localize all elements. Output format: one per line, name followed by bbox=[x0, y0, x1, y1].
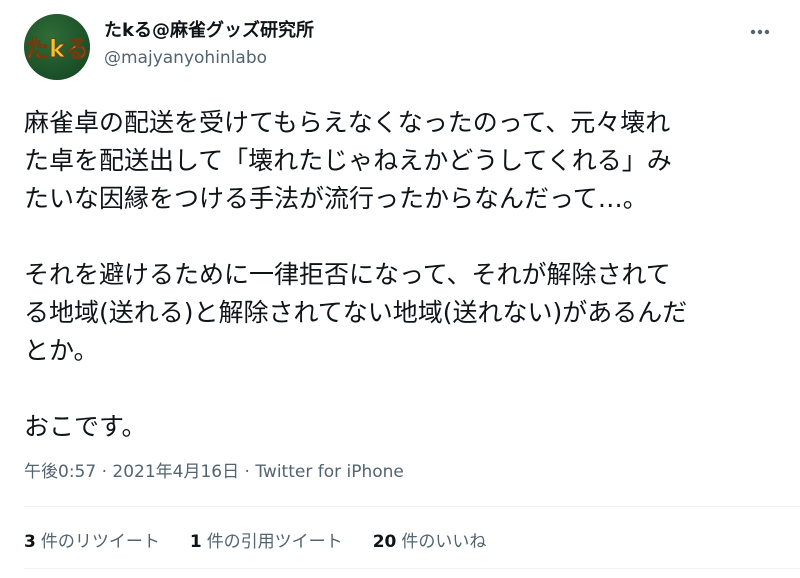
meta-separator: · bbox=[244, 462, 250, 482]
tweet-text-line: た卓を配送出して「壊れたじゃねえかどうしてくれる」み bbox=[24, 146, 672, 175]
avatar[interactable]: たkる bbox=[24, 14, 90, 80]
tweet-text-blank-line bbox=[24, 218, 784, 256]
divider bbox=[24, 506, 800, 507]
tweet-meta: 午後0:57 · 2021年4月16日 · Twitter for iPhone bbox=[24, 460, 404, 484]
tweet-text-line: とか。 bbox=[24, 336, 99, 365]
tweet-text-line: おこです。 bbox=[24, 412, 147, 441]
tweet-date[interactable]: 2021年4月16日 bbox=[112, 462, 239, 482]
quote-count: 1 bbox=[189, 532, 202, 552]
avatar-logo-text: たkる bbox=[25, 35, 89, 63]
like-label: 件のいいね bbox=[401, 532, 487, 552]
like-count: 20 bbox=[372, 532, 397, 552]
tweet-card: たkる たkる@麻雀グッズ研究所 @majyanyohinlabo 麻雀卓の配送… bbox=[0, 0, 800, 578]
tweet-text-line: それを避けるために一律拒否になって、それが解除されて bbox=[24, 260, 671, 289]
quote-tweets-stat[interactable]: 1 件の引用ツイート bbox=[190, 530, 343, 554]
tweet-text-blank-line bbox=[24, 370, 784, 408]
divider bbox=[24, 568, 800, 569]
tweet-stats: 3 件のリツイート 1 件の引用ツイート 20 件のいいね bbox=[24, 530, 516, 554]
retweet-label: 件のリツイート bbox=[40, 532, 160, 552]
tweet-text-line: る地域(送れる)と解除されてない地域(送れない)があるんだ bbox=[24, 298, 688, 327]
likes-stat[interactable]: 20 件のいいね bbox=[373, 530, 487, 554]
meta-separator: · bbox=[101, 462, 107, 482]
more-horizontal-icon bbox=[750, 29, 770, 35]
display-name[interactable]: たkる@麻雀グッズ研究所 bbox=[104, 18, 314, 44]
more-button[interactable] bbox=[742, 14, 778, 50]
tweet-text-line: たいな因縁をつける手法が流行ったからなんだって…。 bbox=[24, 184, 648, 213]
quote-label: 件の引用ツイート bbox=[206, 532, 343, 552]
tweet-source[interactable]: Twitter for iPhone bbox=[255, 462, 404, 482]
retweets-stat[interactable]: 3 件のリツイート bbox=[24, 530, 160, 554]
tweet-text: 麻雀卓の配送を受けてもらえなくなったのって、元々壊れ た卓を配送出して「壊れたじ… bbox=[24, 104, 784, 446]
tweet-text-line: 麻雀卓の配送を受けてもらえなくなったのって、元々壊れ bbox=[24, 108, 671, 137]
avatar-image: たkる bbox=[24, 14, 90, 80]
tweet-time[interactable]: 午後0:57 bbox=[24, 462, 96, 482]
user-handle[interactable]: @majyanyohinlabo bbox=[104, 46, 267, 70]
retweet-count: 3 bbox=[24, 532, 36, 552]
